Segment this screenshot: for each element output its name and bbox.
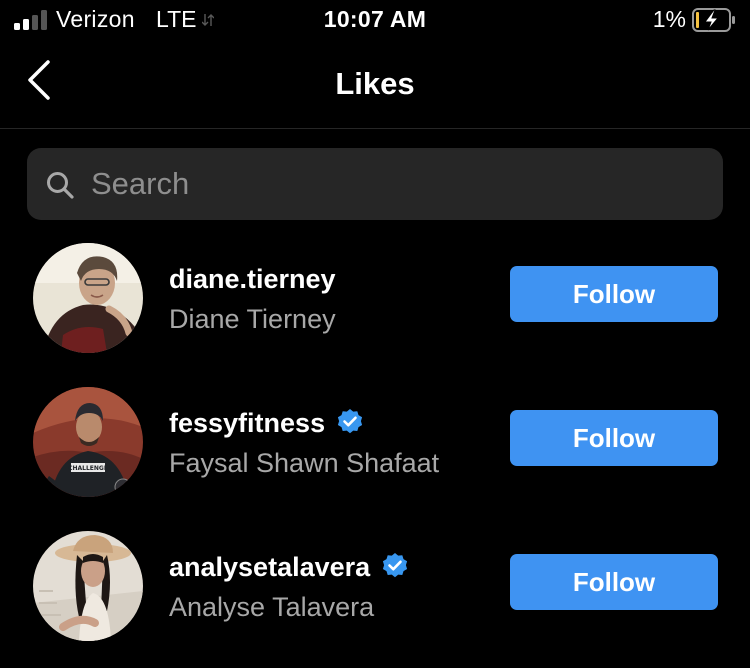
follow-button[interactable]: Follow [510, 266, 718, 322]
full-name: Diane Tierney [169, 304, 336, 334]
verified-badge-icon [382, 552, 407, 577]
search-input[interactable] [91, 148, 701, 220]
avatar[interactable] [33, 531, 143, 641]
follow-button[interactable]: Follow [510, 410, 718, 466]
navigation-bar: Likes [0, 40, 750, 129]
username[interactable]: analysetalavera [169, 552, 370, 582]
search-bar[interactable] [27, 148, 723, 220]
battery-percentage: 1% [652, 6, 686, 32]
avatar[interactable]: CHALLENGE [33, 387, 143, 497]
list-item[interactable]: CHALLENGE fessyfitness Faysal Shawn Shaf… [0, 384, 750, 524]
avatar[interactable] [33, 243, 143, 353]
username-line: fessyfitness [169, 408, 364, 442]
username[interactable]: fessyfitness [169, 408, 325, 438]
full-name: Faysal Shawn Shafaat [169, 448, 440, 478]
follow-button[interactable]: Follow [510, 554, 718, 610]
username[interactable]: diane.tierney [169, 264, 336, 294]
status-time: 10:07 AM [323, 6, 427, 32]
full-name: Analyse Talavera [169, 592, 375, 622]
list-item[interactable]: diane.tierney Diane Tierney Follow [0, 240, 750, 380]
battery-charging-icon [692, 8, 735, 32]
search-icon [47, 172, 74, 199]
username-line: diane.tierney [169, 264, 336, 298]
list-item[interactable]: analysetalavera Analyse Talavera Follow [0, 528, 750, 668]
username-line: analysetalavera [169, 552, 409, 586]
svg-text:CHALLENGE: CHALLENGE [68, 465, 108, 472]
verified-badge-icon [337, 408, 362, 433]
page-title: Likes [335, 66, 415, 101]
status-bar: Verizon LTE 10:07 AM 1% [0, 0, 750, 40]
